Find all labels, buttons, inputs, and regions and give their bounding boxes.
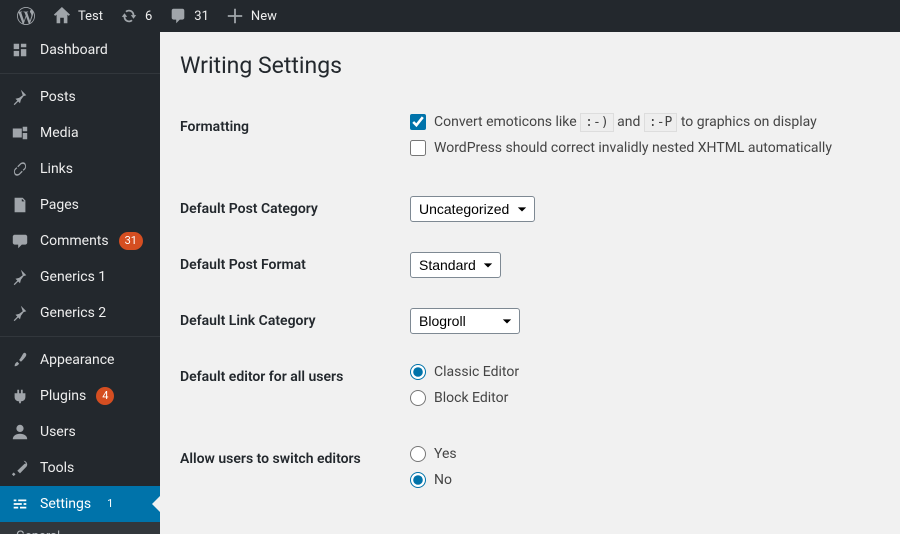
- menu-label: Links: [40, 161, 73, 177]
- menu-tools[interactable]: Tools: [0, 450, 160, 486]
- media-icon: [10, 123, 30, 143]
- admin-bar: Test 6 31 New: [0, 0, 900, 32]
- settings-submenu: General: [0, 522, 160, 534]
- pin-icon: [10, 87, 30, 107]
- editor-classic-radio[interactable]: [410, 364, 426, 380]
- menu-label: Media: [40, 125, 79, 141]
- menu-label: Comments: [40, 233, 109, 249]
- menu-links[interactable]: Links: [0, 151, 160, 187]
- menu-media[interactable]: Media: [0, 115, 160, 151]
- xhtml-option[interactable]: WordPress should correct invalidly neste…: [410, 140, 870, 156]
- pin-icon: [10, 267, 30, 287]
- menu-label: Users: [40, 424, 76, 440]
- comments-bar-count: 31: [194, 9, 209, 24]
- editor-classic-option[interactable]: Classic Editor: [410, 364, 870, 380]
- page-icon: [10, 195, 30, 215]
- update-icon: [119, 6, 139, 26]
- menu-label: Generics 1: [40, 269, 106, 285]
- menu-posts[interactable]: Posts: [0, 79, 160, 115]
- menu-settings[interactable]: Settings 1: [0, 486, 160, 522]
- home-icon: [52, 6, 72, 26]
- wrench-icon: [10, 458, 30, 478]
- menu-comments[interactable]: Comments 31: [0, 223, 160, 259]
- comments-bar[interactable]: 31: [160, 0, 217, 32]
- menu-label: Tools: [40, 460, 74, 476]
- updates-count: 6: [145, 9, 152, 24]
- user-icon: [10, 422, 30, 442]
- menu-label: Generics 2: [40, 305, 106, 321]
- switch-editors-label: Allow users to switch editors: [180, 431, 400, 513]
- settings-form: Formatting Convert emoticons like :-) an…: [180, 99, 880, 513]
- comments-badge: 31: [119, 232, 143, 249]
- xhtml-label: WordPress should correct invalidly neste…: [434, 140, 832, 156]
- menu-generics1[interactable]: Generics 1: [0, 259, 160, 295]
- switch-no-radio[interactable]: [410, 472, 426, 488]
- menu-label: Appearance: [40, 352, 114, 368]
- dashboard-icon: [10, 40, 30, 60]
- wp-logo[interactable]: [8, 0, 44, 32]
- default-format-label: Default Post Format: [180, 237, 400, 293]
- updates[interactable]: 6: [111, 0, 160, 32]
- formatting-label: Formatting: [180, 99, 400, 181]
- menu-label: Settings: [40, 496, 91, 512]
- plugins-badge: 4: [96, 387, 114, 404]
- admin-sidebar: Dashboard Posts Media Links Pages Commen…: [0, 32, 160, 534]
- link-icon: [10, 159, 30, 179]
- default-category-select[interactable]: Uncategorized: [410, 196, 535, 222]
- menu-label: Plugins: [40, 388, 86, 404]
- plugin-icon: [10, 386, 30, 406]
- editor-block-option[interactable]: Block Editor: [410, 390, 870, 406]
- emoticons-checkbox[interactable]: [410, 114, 426, 130]
- emoticons-text: Convert emoticons like :-) and :-P to gr…: [434, 114, 817, 130]
- page-title: Writing Settings: [180, 52, 880, 79]
- switch-no-option[interactable]: No: [410, 472, 870, 488]
- switch-yes-radio[interactable]: [410, 446, 426, 462]
- default-format-select[interactable]: Standard: [410, 252, 501, 278]
- new-label: New: [251, 9, 277, 24]
- emoticons-option[interactable]: Convert emoticons like :-) and :-P to gr…: [410, 114, 870, 130]
- menu-dashboard[interactable]: Dashboard: [0, 32, 160, 68]
- menu-users[interactable]: Users: [0, 414, 160, 450]
- menu-label: Posts: [40, 89, 76, 105]
- site-name-label: Test: [78, 9, 103, 24]
- switch-yes-option[interactable]: Yes: [410, 446, 870, 462]
- menu-generics2[interactable]: Generics 2: [0, 295, 160, 331]
- plus-icon: [225, 6, 245, 26]
- menu-label: Pages: [40, 197, 79, 213]
- site-name[interactable]: Test: [44, 0, 111, 32]
- settings-badge: 1: [101, 495, 119, 512]
- comment-icon: [168, 6, 188, 26]
- pin-icon: [10, 303, 30, 323]
- default-link-label: Default Link Category: [180, 293, 400, 349]
- menu-plugins[interactable]: Plugins 4: [0, 378, 160, 414]
- default-editor-label: Default editor for all users: [180, 349, 400, 431]
- main-content: Writing Settings Formatting Convert emot…: [160, 32, 900, 534]
- default-category-label: Default Post Category: [180, 181, 400, 237]
- submenu-general[interactable]: General: [0, 522, 160, 534]
- editor-block-radio[interactable]: [410, 390, 426, 406]
- comment-icon: [10, 231, 30, 251]
- wordpress-icon: [16, 6, 36, 26]
- default-link-select[interactable]: Blogroll: [410, 308, 520, 334]
- menu-pages[interactable]: Pages: [0, 187, 160, 223]
- new-content[interactable]: New: [217, 0, 285, 32]
- sliders-icon: [10, 494, 30, 514]
- xhtml-checkbox[interactable]: [410, 140, 426, 156]
- brush-icon: [10, 350, 30, 370]
- menu-label: Dashboard: [40, 42, 108, 58]
- menu-appearance[interactable]: Appearance: [0, 342, 160, 378]
